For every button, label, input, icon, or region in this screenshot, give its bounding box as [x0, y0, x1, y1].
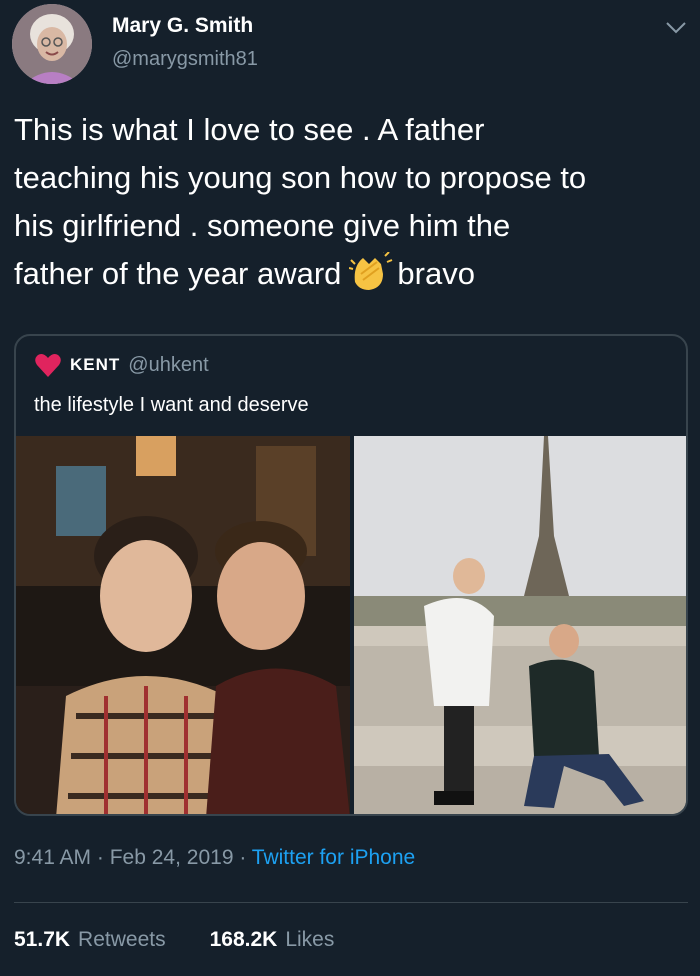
tweet-source-link[interactable]: Twitter for iPhone — [252, 846, 415, 869]
tweet-line: father of the year award bravo — [14, 248, 684, 306]
tweet-time: 9:41 AM — [14, 846, 92, 869]
heart-icon — [35, 354, 61, 377]
tweet-line-part: bravo — [397, 256, 475, 291]
quoted-author-handle[interactable]: @uhkent — [128, 354, 208, 377]
photo-left[interactable] — [16, 436, 350, 814]
quoted-author-name[interactable]: KENT — [70, 355, 120, 375]
retweets-label: Retweets — [78, 928, 166, 951]
tweet-line-part: father of the year award — [14, 256, 342, 291]
retweets-stat[interactable]: 51.7K Retweets — [14, 928, 166, 952]
quoted-header: KENT @uhkent — [34, 350, 209, 380]
photo-right[interactable] — [354, 436, 686, 814]
tweet-meta: 9:41 AM · Feb 24, 2019 · Twitter for iPh… — [14, 846, 415, 870]
chevron-down-icon[interactable] — [664, 18, 688, 38]
avatar[interactable] — [12, 4, 92, 84]
separator: · — [96, 846, 110, 869]
author-handle[interactable]: @marygsmith81 — [112, 48, 258, 71]
likes-label: Likes — [285, 928, 335, 951]
likes-stat[interactable]: 168.2K Likes — [210, 928, 335, 952]
author-name[interactable]: Mary G. Smith — [112, 14, 253, 38]
tweet-line: teaching his young son how to propose to — [14, 160, 587, 195]
clapping-hands-icon — [349, 248, 393, 306]
quoted-tweet[interactable]: KENT @uhkent the lifestyle I want and de… — [14, 334, 688, 816]
tweet-line: This is what I love to see . A father — [14, 112, 485, 147]
likes-count: 168.2K — [209, 928, 278, 951]
tweet-header: Mary G. Smith @marygsmith81 — [12, 4, 688, 84]
tweet-line: his girlfriend . someone give him the — [14, 208, 511, 243]
tweet-stats: 51.7K Retweets 168.2K Likes — [14, 928, 378, 952]
retweets-count: 51.7K — [14, 928, 71, 951]
tweet-text: This is what I love to see . A father te… — [14, 106, 684, 306]
tweet-date: Feb 24, 2019 — [109, 846, 234, 869]
quoted-text: the lifestyle I want and deserve — [34, 394, 309, 416]
separator: · — [239, 846, 252, 869]
divider — [14, 902, 688, 903]
